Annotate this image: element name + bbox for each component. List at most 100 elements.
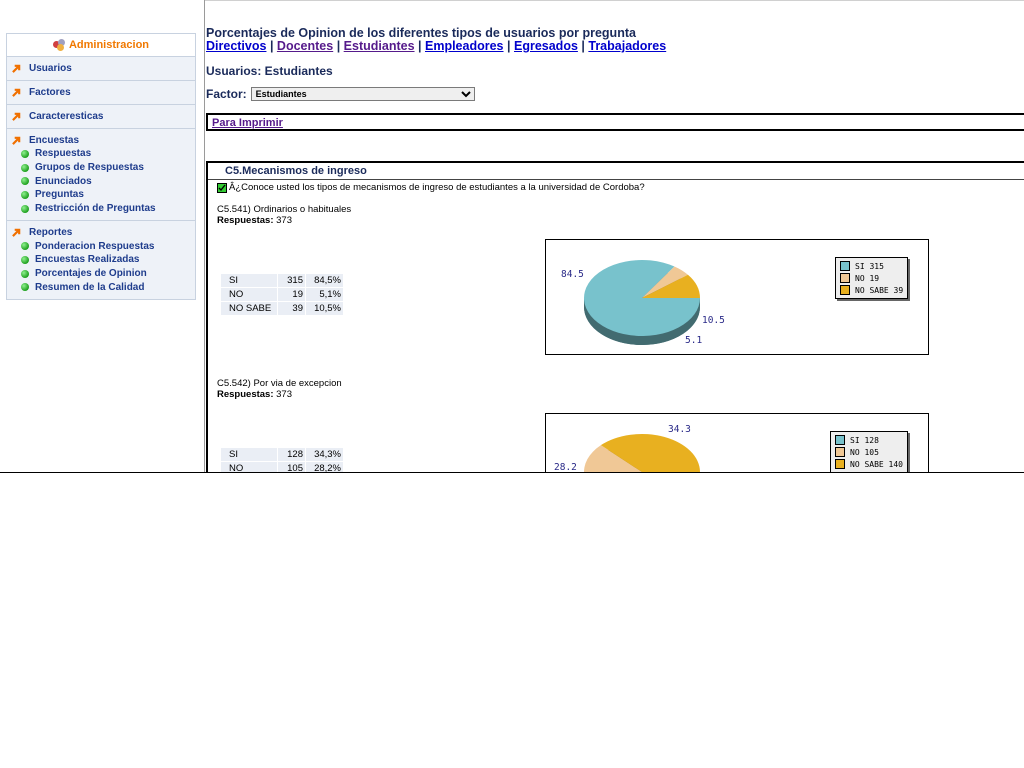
legend-label: NO 105	[850, 447, 879, 457]
sidebar-subitem-porcentajes[interactable]: Porcentajes de Opinion	[7, 267, 195, 281]
question-title: Por via de excepcion	[253, 378, 342, 389]
separator: |	[269, 39, 274, 53]
section-reportes: Reportes Ponderacion Respuestas Encuesta…	[7, 221, 195, 299]
sidebar-subitem-preguntas[interactable]: Preguntas	[7, 188, 195, 202]
sidebar-subitem-enunciados[interactable]: Enunciados	[7, 174, 195, 188]
table-row: NO 19 5,1%	[220, 287, 344, 302]
legend-item: NO 105	[835, 446, 903, 458]
legend-label: NO SABE 39	[855, 285, 904, 295]
pie-label: 84.5	[561, 269, 584, 280]
legend-label: SI 128	[850, 435, 879, 445]
chart-legend-1: SI 315 NO 19 NO SABE 39	[835, 257, 909, 299]
row-pct: 84,5%	[305, 273, 344, 288]
row-count: 105	[277, 461, 306, 472]
admin-menu: Administracion Usuarios Factores Caracte…	[6, 33, 196, 301]
factor-label: Factor:	[206, 87, 247, 101]
menu-header: Administracion	[7, 34, 195, 57]
link-empleadores[interactable]: Empleadores	[425, 39, 504, 53]
sidebar-item-reportes[interactable]: Reportes	[7, 225, 195, 239]
respuestas-count: 373	[276, 389, 292, 400]
legend-swatch	[840, 285, 850, 295]
section-title: C5.Mecanismos de ingreso	[208, 163, 1024, 180]
bullet-icon	[21, 149, 29, 158]
link-trabajadores[interactable]: Trabajadores	[588, 39, 666, 53]
row-label: NO	[220, 287, 278, 302]
legend-label: NO 19	[855, 273, 880, 283]
sidebar-subitem-respuestas[interactable]: Respuestas	[7, 147, 195, 161]
subitem-label: Porcentajes de Opinion	[35, 268, 147, 280]
arrow-icon	[12, 112, 21, 121]
sidebar-subitem-ponderacion[interactable]: Ponderacion Respuestas	[7, 239, 195, 253]
factor-row: Factor: Estudiantes	[206, 87, 475, 101]
pie-label: 5.1	[685, 335, 702, 346]
link-directivos[interactable]: Directivos	[206, 39, 266, 53]
row-count: 19	[277, 287, 306, 302]
legend-label: SI 315	[855, 261, 884, 271]
arrow-icon	[12, 136, 21, 145]
row-label: SI	[220, 447, 278, 462]
link-egresados[interactable]: Egresados	[514, 39, 578, 53]
legend-item: NO SABE 140	[835, 458, 903, 470]
row-pct: 10,5%	[305, 301, 344, 316]
subitem-label: Respuestas	[35, 148, 92, 160]
row-label: NO SABE	[220, 301, 278, 316]
section-usuarios: Usuarios	[7, 57, 195, 81]
sidebar-item-label: Factores	[29, 86, 71, 98]
bullet-icon	[21, 283, 29, 292]
bullet-icon	[21, 163, 29, 172]
legend-swatch	[835, 435, 845, 445]
print-link[interactable]: Para Imprimir	[212, 117, 283, 129]
print-box: Para Imprimir	[206, 113, 1024, 131]
sidebar-subitem-encuestas-realizadas[interactable]: Encuestas Realizadas	[7, 253, 195, 267]
sidebar-item-caracteristicas[interactable]: Caracteresticas	[7, 109, 195, 123]
sidebar-item-label: Reportes	[29, 226, 73, 238]
separator: |	[581, 39, 585, 53]
question-text: Â¿Conoce usted los tipos de mecanismos d…	[229, 182, 645, 193]
sidebar-subitem-grupos-respuestas[interactable]: Grupos de Respuestas	[7, 161, 195, 175]
arrow-icon	[12, 228, 21, 237]
row-pct: 34,3%	[305, 447, 344, 462]
legend-item: NO SABE 39	[840, 284, 903, 296]
row-count: 39	[277, 301, 306, 316]
pie-chart-1: 84.5 10.5 5.1 SI 315 NO 19 NO SABE 39	[545, 239, 929, 355]
pie-label: 34.3	[668, 424, 691, 435]
pie-label: 28.2	[554, 462, 577, 473]
question-code: C5.541)	[217, 204, 251, 215]
arrow-icon	[12, 64, 21, 73]
question-code: C5.542)	[217, 378, 251, 389]
report-section: C5.Mecanismos de ingreso Â¿Conoce usted …	[206, 161, 1024, 473]
link-docentes[interactable]: Docentes	[277, 39, 333, 53]
link-estudiantes[interactable]: Estudiantes	[344, 39, 415, 53]
row-count: 315	[277, 273, 306, 288]
pie-chart-2: 34.3 28.2 SI 128 NO 105 NO SABE 140	[545, 413, 929, 473]
bullet-icon	[21, 269, 29, 278]
subitem-label: Restricción de Preguntas	[35, 203, 156, 215]
subitem-label: Enunciados	[35, 175, 92, 187]
question-title: Ordinarios o habituales	[253, 204, 352, 215]
question-2-header: C5.542) Por via de excepcion Respuestas:…	[217, 378, 342, 400]
subitem-label: Preguntas	[35, 189, 84, 201]
question-1-header: C5.541) Ordinarios o habituales Respuest…	[217, 204, 351, 226]
admin-icon	[52, 39, 65, 51]
sidebar-item-usuarios[interactable]: Usuarios	[7, 61, 195, 75]
section-encuestas: Encuestas Respuestas Grupos de Respuesta…	[7, 129, 195, 222]
sidebar-subitem-resumen[interactable]: Resumen de la Calidad	[7, 281, 195, 295]
row-count: 128	[277, 447, 306, 462]
subitem-label: Encuestas Realizadas	[35, 254, 140, 266]
sidebar-item-factores[interactable]: Factores	[7, 85, 195, 99]
chart-legend-2: SI 128 NO 105 NO SABE 140	[830, 431, 908, 472]
stats-table-2: SI 128 34,3% NO 105 28,2%	[220, 447, 344, 472]
sidebar: Administracion Usuarios Factores Caracte…	[0, 0, 205, 472]
sidebar-item-encuestas[interactable]: Encuestas	[7, 133, 195, 147]
separator: |	[336, 39, 341, 53]
pie-depth-band	[584, 472, 700, 473]
row-pct: 5,1%	[305, 287, 344, 302]
legend-swatch	[835, 447, 845, 457]
factor-select[interactable]: Estudiantes	[250, 87, 475, 101]
table-row: SI 315 84,5%	[220, 273, 344, 288]
sidebar-subitem-restriccion[interactable]: Restricción de Preguntas	[7, 202, 195, 216]
section-factores: Factores	[7, 81, 195, 105]
table-row: SI 128 34,3%	[220, 447, 344, 462]
legend-item: SI 128	[835, 434, 903, 446]
pie-slice-si	[610, 472, 700, 473]
